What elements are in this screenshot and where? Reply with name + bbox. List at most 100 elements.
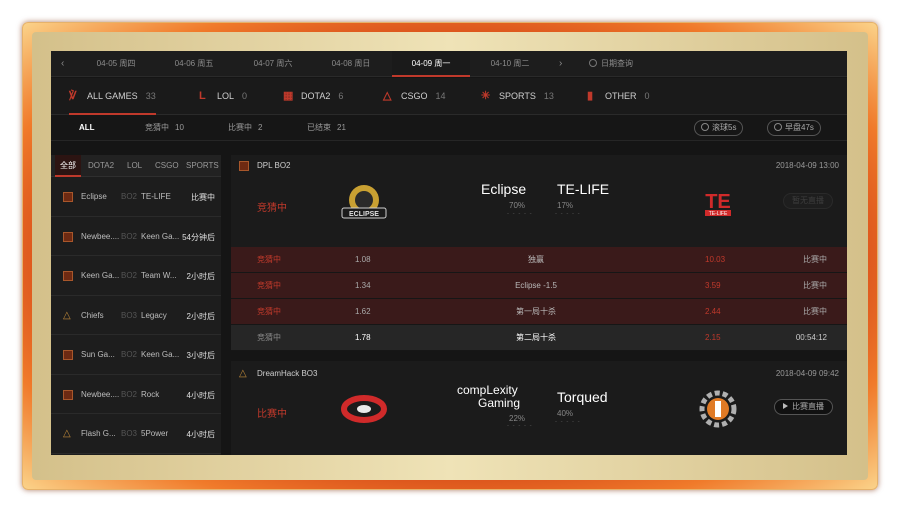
sidebar-tab-lol[interactable]: LOL <box>127 155 142 177</box>
date-tab[interactable]: 04-08 周日 <box>312 51 390 77</box>
status-tab-ended[interactable]: 已结束 21 <box>307 115 346 141</box>
dota2-icon <box>63 350 73 360</box>
clock-icon <box>589 59 597 67</box>
match-status: 54分钟后 <box>182 232 215 242</box>
eclipse-logo: ECLIPSE <box>339 178 389 228</box>
team2-name: Legacy <box>141 310 167 320</box>
status-count: 2 <box>258 123 263 132</box>
te-life-logo: TE TE-LIFE <box>693 178 743 228</box>
tab-count: 33 <box>145 91 156 101</box>
sidebar-tab-all[interactable]: 全部 <box>55 155 81 177</box>
sidebar-match-row[interactable]: △ Flash G... BO3 5Power 4小时后 <box>51 414 221 454</box>
match1-body[interactable]: 竞猜中 ECLIPSE Eclipse 70% - - - - - TE-LIF… <box>231 175 847 247</box>
date-tab[interactable]: 04-06 周五 <box>155 51 233 77</box>
odds-team2[interactable]: 2.15 <box>705 325 721 351</box>
rolling-label: 滚球5s <box>712 123 737 132</box>
status-tab-all[interactable]: ALL <box>79 115 95 141</box>
team2-percent: 40% <box>557 409 574 418</box>
bet-right-status: 比赛中 <box>803 281 827 290</box>
status-count: 21 <box>337 123 346 132</box>
sidebar-match-row[interactable]: △ Chiefs BO3 Legacy 2小时后 <box>51 296 221 335</box>
team1-name: Newbee.... <box>81 389 119 399</box>
tab-label: CSGO <box>401 91 428 101</box>
app-window: ‹ 04-05 周四 04-06 周五 04-07 周六 04-08 周日 04… <box>51 51 847 455</box>
team1-percent: 22% <box>509 414 526 423</box>
bet-row[interactable]: 竞猜中 1.34 Eclipse -1.5 3.59 比赛中 <box>231 273 847 299</box>
odds-team2[interactable]: 3.59 <box>705 273 721 299</box>
match-status: 2小时后 <box>186 311 215 321</box>
sidebar-match-list: Eclipse BO2 TE-LIFE 比赛中 Newbee.... BO2 K… <box>51 177 221 454</box>
csgo-icon: △ <box>63 309 71 321</box>
bet-right-status: 比赛中 <box>803 307 827 316</box>
svg-text:TE: TE <box>705 191 731 213</box>
status-tab-betting[interactable]: 竞猜中 10 <box>145 115 184 141</box>
tab-sports[interactable]: ✳ SPORTS 13 <box>481 78 554 115</box>
bet-market: 第二局十杀 <box>516 333 556 342</box>
percent-underline: - - - - - <box>507 423 533 429</box>
next-date-arrow-icon[interactable]: › <box>559 58 562 69</box>
team1-name: Sun Ga... <box>81 350 115 359</box>
csgo-icon: △ <box>383 90 392 102</box>
sidebar-match-row[interactable]: Sun Ga... BO2 Keen Ga... 3小时后 <box>51 335 221 375</box>
odds-team1[interactable]: 1.62 <box>355 299 371 325</box>
team2-name: TE-LIFE <box>141 192 171 201</box>
sidebar-tab-csgo[interactable]: CSGO <box>155 155 179 177</box>
tab-label: ALL GAMES <box>87 91 138 101</box>
bet-row[interactable]: 竞猜中 1.08 独赢 10.03 比赛中 <box>231 247 847 273</box>
date-tab[interactable]: 04-07 周六 <box>234 51 312 77</box>
eclipse-logo-text: ECLIPSE <box>349 211 379 218</box>
tab-all-games[interactable]: ℣ ALL GAMES 33 <box>69 78 156 115</box>
bet-market: 独赢 <box>528 255 544 264</box>
team1-name-line1: compLexity <box>457 383 518 397</box>
sidebar-match-row[interactable]: Newbee.... BO2 Keen Ga... 54分钟后 <box>51 217 221 256</box>
match-format: BO3 <box>121 429 138 438</box>
match-format: BO2 <box>121 271 138 280</box>
match2-body[interactable]: 比赛中 compLexity Gaming 22% - - - - - Torq… <box>231 381 847 453</box>
odds-team1[interactable]: 1.78 <box>355 325 371 351</box>
tab-label: OTHER <box>605 91 637 101</box>
tab-lol[interactable]: L LOL 0 <box>199 78 247 115</box>
bet-row[interactable]: 竞猜中 1.78 第二局十杀 2.15 00:54:12 <box>231 325 847 351</box>
team2-percent: 17% <box>557 201 574 210</box>
status-tab-live[interactable]: 比赛中 2 <box>228 115 262 141</box>
sidebar-match-row[interactable]: Eclipse BO2 TE-LIFE 比赛中 <box>51 177 221 217</box>
odds-team1[interactable]: 1.34 <box>355 273 371 299</box>
early-refresh-button[interactable]: 早盘47s <box>767 120 821 136</box>
date-query-button[interactable]: 日期查询 <box>589 51 633 77</box>
odds-team1[interactable]: 1.08 <box>355 247 371 273</box>
card-separator <box>231 351 847 361</box>
odds-team2[interactable]: 2.44 <box>705 299 721 325</box>
tab-csgo[interactable]: △ CSGO 14 <box>383 78 446 115</box>
status-label: ALL <box>79 123 95 132</box>
match-status: 4小时后 <box>186 430 215 439</box>
sidebar-match-row[interactable]: Keen Ga... BO2 Team W... 2小时后 <box>51 256 221 296</box>
odds-team2[interactable]: 10.03 <box>705 247 725 273</box>
tab-other[interactable]: ▮ OTHER 0 <box>587 78 650 115</box>
sidebar-tab-sports[interactable]: SPORTS <box>186 155 219 177</box>
bet-state: 竞猜中 <box>257 333 281 342</box>
prev-date-arrow-icon[interactable]: ‹ <box>61 58 64 69</box>
date-tab-active[interactable]: 04-09 周一 <box>392 51 470 77</box>
bet-state: 竞猜中 <box>257 307 281 316</box>
rolling-refresh-button[interactable]: 滚球5s <box>694 120 744 136</box>
refresh-icon <box>774 123 782 131</box>
no-live-stream-button: 暂无直播 <box>783 193 833 209</box>
date-tab[interactable]: 04-10 周二 <box>471 51 549 77</box>
bet-market: 第一局十杀 <box>516 307 556 316</box>
bet-row[interactable]: 竞猜中 1.62 第一局十杀 2.44 比赛中 <box>231 299 847 325</box>
live-stream-button[interactable]: 比赛直播 <box>774 399 833 415</box>
date-tab[interactable]: 04-05 周四 <box>77 51 155 77</box>
tab-dota2[interactable]: ▦ DOTA2 6 <box>283 78 343 115</box>
bet-right-status: 比赛中 <box>803 255 827 264</box>
percent-underline: - - - - - <box>507 211 533 217</box>
bet-state: 竞猜中 <box>257 255 281 264</box>
percent-underline: - - - - - <box>555 211 581 217</box>
team2-name: Torqued <box>557 389 608 405</box>
match-status: 2小时后 <box>186 272 215 281</box>
sidebar-tab-dota2[interactable]: DOTA2 <box>88 155 114 177</box>
match-state: 竞猜中 <box>257 203 287 214</box>
early-label: 早盘47s <box>785 123 814 132</box>
match-format: BO2 <box>121 192 138 201</box>
sidebar-match-row[interactable]: Newbee.... BO2 Rock 4小时后 <box>51 375 221 414</box>
dota2-icon: ▦ <box>283 90 294 102</box>
